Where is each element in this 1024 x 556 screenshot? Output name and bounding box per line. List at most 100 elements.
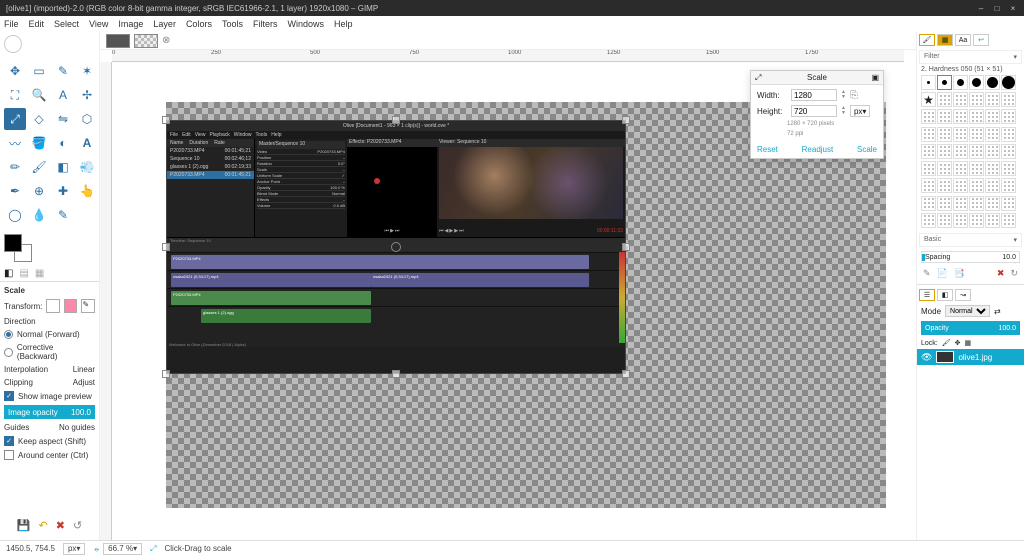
menu-view[interactable]: View — [89, 19, 108, 29]
brush-item[interactable] — [985, 213, 1000, 228]
brush-item[interactable] — [953, 92, 968, 107]
brush-item[interactable] — [985, 127, 1000, 142]
brush-item[interactable] — [921, 196, 936, 211]
lock-pixels-icon[interactable]: 🖌 — [942, 339, 951, 347]
brushes-tab[interactable]: 🖌 — [919, 34, 935, 46]
guides-value[interactable]: No guides — [59, 423, 95, 432]
brush-item[interactable] — [969, 213, 984, 228]
show-preview-checkbox[interactable] — [4, 391, 14, 401]
olive-clip-audio2[interactable]: glasses 1 (2).ogg — [201, 309, 371, 323]
brush-item[interactable] — [1001, 109, 1016, 124]
pencil-tool[interactable]: ✏ — [4, 156, 26, 178]
menu-edit[interactable]: Edit — [29, 19, 45, 29]
keep-aspect-checkbox[interactable] — [4, 436, 14, 446]
direction-normal-radio[interactable] — [4, 330, 13, 339]
free-select-tool[interactable]: ✎ — [52, 60, 74, 82]
brush-item[interactable] — [969, 178, 984, 193]
scale-handle-e[interactable] — [622, 243, 630, 251]
image-opacity-slider[interactable]: Image opacity 100.0 — [4, 405, 95, 419]
brush-item[interactable] — [1001, 144, 1016, 159]
menu-layer[interactable]: Layer — [153, 19, 176, 29]
layers-tab[interactable]: ☰ — [919, 289, 935, 301]
brush-item[interactable] — [969, 75, 984, 90]
brush-duplicate-icon[interactable]: 📑 — [954, 268, 965, 279]
brush-item[interactable] — [921, 75, 936, 90]
prev-frame-icon[interactable]: ⏮ — [385, 228, 390, 234]
paths-tab[interactable]: ↝ — [955, 289, 971, 301]
brush-item[interactable] — [1001, 127, 1016, 142]
text-tool[interactable]: A — [52, 84, 74, 106]
menu-tools[interactable]: Tools — [222, 19, 243, 29]
brush-item[interactable] — [953, 161, 968, 176]
brush-item[interactable] — [937, 75, 952, 90]
brush-edit-icon[interactable]: ✎ — [923, 268, 931, 279]
brush-item[interactable] — [937, 92, 952, 107]
brush-item[interactable] — [985, 161, 1000, 176]
ink-tool[interactable]: ✒ — [4, 180, 26, 202]
scale-unit-select[interactable]: px ▾ — [850, 105, 870, 117]
brush-item[interactable] — [937, 213, 952, 228]
clone-tool[interactable]: ⊕ — [28, 180, 50, 202]
brush-item[interactable] — [985, 144, 1000, 159]
olive-track-v2[interactable]: P2020733.MP4 — [167, 252, 625, 270]
menu-image[interactable]: Image — [118, 19, 143, 29]
fonts-tab[interactable]: Aa — [955, 34, 971, 46]
menu-colors[interactable]: Colors — [186, 19, 212, 29]
brush-refresh-icon[interactable]: ↻ — [1010, 268, 1018, 279]
lock-position-icon[interactable]: ✥ — [955, 339, 961, 347]
brush-item[interactable] — [953, 178, 968, 193]
prev-icon[interactable]: ◀ — [445, 228, 449, 234]
scale-handle-nw[interactable] — [162, 116, 170, 124]
gradient-tool[interactable]: ◐ — [52, 132, 74, 154]
close-button[interactable]: × — [1008, 3, 1018, 13]
direction-corrective-radio[interactable] — [4, 348, 13, 357]
brush-item[interactable] — [921, 92, 936, 107]
brush-item[interactable] — [985, 178, 1000, 193]
dock-tab-device-icon[interactable]: ▤ — [19, 268, 28, 279]
layer-olive1[interactable]: Olive [Document1 - 963 × 1 clip(s)] - wo… — [166, 120, 626, 374]
play-icon[interactable]: ▶ — [390, 228, 394, 234]
height-spin-down[interactable]: ▼ — [841, 111, 846, 116]
next-icon[interactable]: ▶ — [454, 228, 458, 234]
brush-item[interactable] — [921, 213, 936, 228]
text-tool-2[interactable]: A — [76, 132, 98, 154]
fg-color[interactable] — [4, 234, 22, 252]
scale-handle-w[interactable] — [162, 243, 170, 251]
scale-tool[interactable]: ⤢ — [4, 108, 26, 130]
brush-item[interactable] — [969, 109, 984, 124]
reset-tool-options-icon[interactable]: ↺ — [73, 519, 82, 532]
dock-tab-tool-options-icon[interactable]: ◧ — [4, 268, 13, 279]
menu-file[interactable]: File — [4, 19, 19, 29]
clipping-value[interactable]: Adjust — [73, 378, 95, 387]
perspective-tool[interactable]: ◇ — [28, 108, 50, 130]
brush-item[interactable] — [1001, 196, 1016, 211]
brush-item[interactable] — [953, 75, 968, 90]
zoom-tool[interactable]: 🔍 — [28, 84, 50, 106]
brush-spacing-slider[interactable]: Spacing 10.0 — [921, 251, 1020, 263]
brush-item[interactable] — [937, 109, 952, 124]
scale-height-input[interactable] — [791, 105, 837, 117]
brush-item[interactable] — [953, 109, 968, 124]
brush-item[interactable] — [921, 109, 936, 124]
brush-item[interactable] — [953, 127, 968, 142]
channels-tab[interactable]: ◧ — [937, 289, 953, 301]
brush-item[interactable] — [969, 196, 984, 211]
scale-handle-n[interactable] — [392, 116, 400, 124]
brush-item[interactable] — [969, 127, 984, 142]
brush-item[interactable] — [985, 196, 1000, 211]
brush-item[interactable] — [1001, 213, 1016, 228]
transform-selection-button[interactable] — [64, 299, 78, 313]
brush-preset-select[interactable]: Basic▾ — [919, 233, 1022, 247]
brush-item[interactable] — [937, 127, 952, 142]
scale-readjust-button[interactable]: Readjust — [802, 145, 834, 154]
fg-bg-swatch[interactable] — [4, 234, 32, 262]
lock-alpha-icon[interactable]: ▦ — [965, 339, 972, 347]
brush-item[interactable] — [921, 144, 936, 159]
brush-item[interactable] — [953, 213, 968, 228]
olive-track-a1[interactable]: P2020733.MP4 — [167, 288, 625, 306]
move-tool[interactable]: ✥ — [4, 60, 26, 82]
brush-item[interactable] — [969, 144, 984, 159]
scale-handle-ne[interactable] — [622, 116, 630, 124]
brush-item[interactable] — [985, 109, 1000, 124]
paths-tool[interactable]: ✎ — [52, 204, 74, 226]
